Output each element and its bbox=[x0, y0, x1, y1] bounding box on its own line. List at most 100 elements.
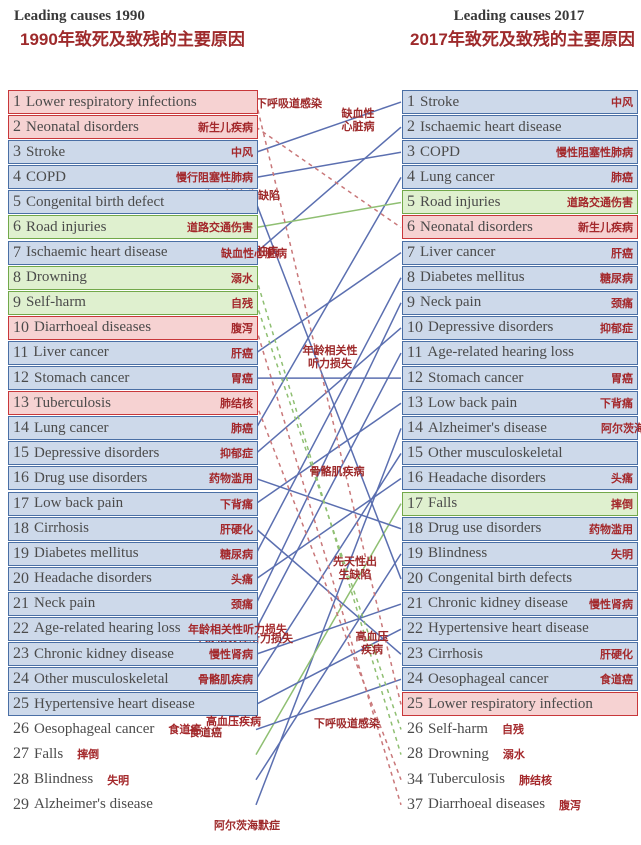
rank-row[interactable]: 17 Low back pain 下背痛 bbox=[8, 491, 258, 516]
rank-row[interactable]: 7 Liver cancer 肝癌 bbox=[402, 240, 638, 265]
rank-row[interactable]: 22 Age-related hearing loss 年龄相关性听力损失 bbox=[8, 616, 287, 641]
rank-row[interactable]: 12 Stomach cancer 胃癌 bbox=[402, 366, 638, 391]
cause-name-chinese: 腹泻 bbox=[559, 799, 582, 812]
rank-row[interactable]: 9 Neck pain 颈痛 bbox=[402, 290, 638, 315]
cause-name-english: Self-harm bbox=[26, 294, 86, 311]
connector-line bbox=[255, 252, 402, 354]
cause-name-chinese: 阿尔茨海默症 bbox=[601, 423, 641, 436]
cause-name-english: Drug use disorders bbox=[428, 520, 542, 537]
rank-row[interactable]: 13 Tuberculosis 肺结核 bbox=[8, 391, 258, 416]
cause-name-english: Diarrhoeal diseases bbox=[428, 796, 546, 813]
cause-name-chinese: 失明 bbox=[107, 774, 130, 787]
rank-row[interactable]: 20 Congenital birth defects bbox=[402, 566, 638, 591]
rank-row[interactable]: 23 Cirrhosis 肝硬化 bbox=[402, 642, 638, 667]
rank-row[interactable]: 34 Tuberculosis 肺结核 bbox=[402, 768, 638, 792]
cause-name-english: Drowning bbox=[428, 745, 489, 762]
connector-line bbox=[255, 277, 402, 555]
rank-row[interactable]: 10 Diarrhoeal diseases 腹泻 bbox=[8, 315, 258, 340]
cause-name-english: Neonatal disorders bbox=[420, 218, 533, 235]
rank-row[interactable]: 10 Depressive disorders 抑郁症 bbox=[402, 315, 638, 340]
rank-number: 8 bbox=[13, 268, 21, 286]
rank-row[interactable]: 22 Hypertensive heart disease bbox=[402, 616, 638, 641]
cause-name-english: Liver cancer bbox=[33, 344, 109, 361]
rank-number: 7 bbox=[13, 243, 21, 261]
rank-row[interactable]: 24 Oesophageal cancer 食道癌 bbox=[402, 667, 638, 692]
rank-number: 22 bbox=[13, 619, 29, 637]
rank-row[interactable]: 37 Diarrhoeal diseases 腹泻 bbox=[402, 793, 638, 817]
rank-row[interactable]: 11 Liver cancer 肝癌 bbox=[8, 340, 258, 365]
cause-name-english: Diabetes mellitus bbox=[34, 545, 139, 562]
rank-row[interactable]: 16 Headache disorders 头痛 bbox=[402, 466, 638, 491]
cause-name-chinese: 肝癌 bbox=[611, 247, 633, 260]
rank-row[interactable]: 29 Alzheimer's disease bbox=[8, 793, 258, 817]
rank-row[interactable]: 9 Self-harm 自残 bbox=[8, 290, 258, 315]
rank-row[interactable]: 24 Other musculoskeletal 骨骼肌疾病 bbox=[8, 667, 258, 692]
rank-row[interactable]: 1 Lower respiratory infections bbox=[8, 90, 258, 114]
cause-name-english: Tuberculosis bbox=[34, 394, 111, 411]
rank-row[interactable]: 17 Falls 摔倒 bbox=[402, 491, 638, 516]
rank-row[interactable]: 6 Road injuries 道路交通伤害 bbox=[8, 215, 258, 240]
rank-row[interactable]: 4 COPD 慢行阻塞性肺病 bbox=[8, 165, 258, 190]
rank-row[interactable]: 16 Drug use disorders 药物滥用 bbox=[8, 466, 258, 491]
cause-name-english: Chronic kidney disease bbox=[428, 595, 568, 612]
rank-row[interactable]: 8 Drowning 溺水 bbox=[8, 265, 258, 290]
rank-row[interactable]: 7 Ischaemic heart disease 缺血性心脏病 bbox=[8, 240, 287, 265]
rank-row[interactable]: 8 Diabetes mellitus 糖尿病 bbox=[402, 265, 638, 290]
rank-number: 37 bbox=[407, 795, 423, 813]
rank-number: 34 bbox=[407, 770, 423, 788]
rank-row[interactable]: 25 Hypertensive heart disease 高血压疾病 bbox=[8, 692, 261, 728]
rank-row[interactable]: 18 Cirrhosis 肝硬化 bbox=[8, 516, 258, 541]
rank-row[interactable]: 2 Neonatal disorders 新生儿疾病 bbox=[8, 115, 258, 140]
cause-name-chinese: 肺癌 bbox=[611, 172, 633, 185]
rank-row[interactable]: 26 Oesophageal cancer 食道癌 bbox=[8, 717, 258, 741]
rank-row[interactable]: 12 Stomach cancer 胃癌 bbox=[8, 366, 258, 391]
mid-label: 年龄相关性 听力损失 bbox=[302, 345, 358, 370]
rank-row[interactable]: 27 Falls 摔倒 bbox=[8, 742, 258, 766]
rank-row[interactable]: 14 Lung cancer 肺癌 bbox=[8, 416, 258, 441]
rank-row[interactable]: 5 Congenital birth defect bbox=[8, 190, 258, 215]
rank-row[interactable]: 18 Drug use disorders 药物滥用 bbox=[402, 516, 638, 541]
rank-number: 17 bbox=[13, 494, 29, 512]
rank-number: 17 bbox=[407, 494, 423, 512]
cause-name-chinese: 摔倒 bbox=[77, 749, 100, 762]
rank-row[interactable]: 23 Chronic kidney disease 慢性肾病 bbox=[8, 642, 258, 667]
rank-row[interactable]: 15 Other musculoskeletal bbox=[402, 441, 638, 466]
rank-row[interactable]: 5 Road injuries 道路交通伤害 bbox=[402, 190, 638, 215]
rank-row[interactable]: 28 Blindness 失明 bbox=[8, 768, 258, 792]
rank-row[interactable]: 20 Headache disorders 头痛 bbox=[8, 566, 258, 591]
cause-name-english: Low back pain bbox=[428, 394, 518, 411]
rank-number: 27 bbox=[13, 745, 29, 763]
rank-row[interactable]: 19 Blindness 失明 bbox=[402, 541, 638, 566]
cause-name-english: Falls bbox=[428, 495, 458, 511]
rank-row[interactable]: 2 Ischaemic heart disease bbox=[402, 115, 638, 140]
cause-name-english: Congenital birth defect bbox=[26, 193, 165, 210]
rank-number: 11 bbox=[407, 343, 423, 361]
rank-row[interactable]: 13 Low back pain 下背痛 bbox=[402, 391, 638, 416]
rank-number: 13 bbox=[407, 394, 423, 412]
rank-row[interactable]: 21 Chronic kidney disease 慢性肾病 bbox=[402, 591, 638, 616]
rank-number: 4 bbox=[407, 168, 415, 186]
rank-row[interactable]: 14 Alzheimer's disease 阿尔茨海默症 bbox=[402, 416, 641, 441]
rank-row[interactable]: 3 COPD 慢性阻塞性肺病 bbox=[402, 140, 638, 165]
rank-row[interactable]: 4 Lung cancer 肺癌 bbox=[402, 165, 638, 190]
rank-row[interactable]: 1 Stroke 中风 bbox=[402, 90, 638, 114]
cause-name-chinese: 下背痛 bbox=[600, 398, 633, 411]
connector-line bbox=[255, 477, 402, 580]
cause-name-chinese: 道路交通伤害 bbox=[567, 197, 633, 210]
rank-row[interactable]: 19 Diabetes mellitus 糖尿病 bbox=[8, 541, 258, 566]
rank-row[interactable]: 21 Neck pain 颈痛 bbox=[8, 591, 258, 616]
rank-number: 15 bbox=[407, 444, 423, 462]
rank-row[interactable]: 11 Age-related hearing loss bbox=[402, 340, 638, 365]
rank-row[interactable]: 3 Stroke 中风 bbox=[8, 140, 258, 165]
rank-number: 12 bbox=[13, 369, 29, 387]
cause-name-chinese: 慢性肾病 bbox=[209, 649, 253, 662]
rank-number: 14 bbox=[407, 419, 423, 437]
cause-name-english: COPD bbox=[26, 168, 67, 185]
cause-name-chinese: 失明 bbox=[611, 548, 633, 561]
rank-row[interactable]: 26 Self-harm 自残 bbox=[402, 717, 638, 741]
rank-number: 25 bbox=[407, 695, 423, 713]
rank-row[interactable]: 28 Drowning 溺水 bbox=[402, 742, 638, 766]
rank-row[interactable]: 25 Lower respiratory infection bbox=[402, 692, 638, 717]
rank-row[interactable]: 15 Depressive disorders 抑郁症 bbox=[8, 441, 258, 466]
rank-row[interactable]: 6 Neonatal disorders 新生儿疾病 bbox=[402, 215, 638, 240]
